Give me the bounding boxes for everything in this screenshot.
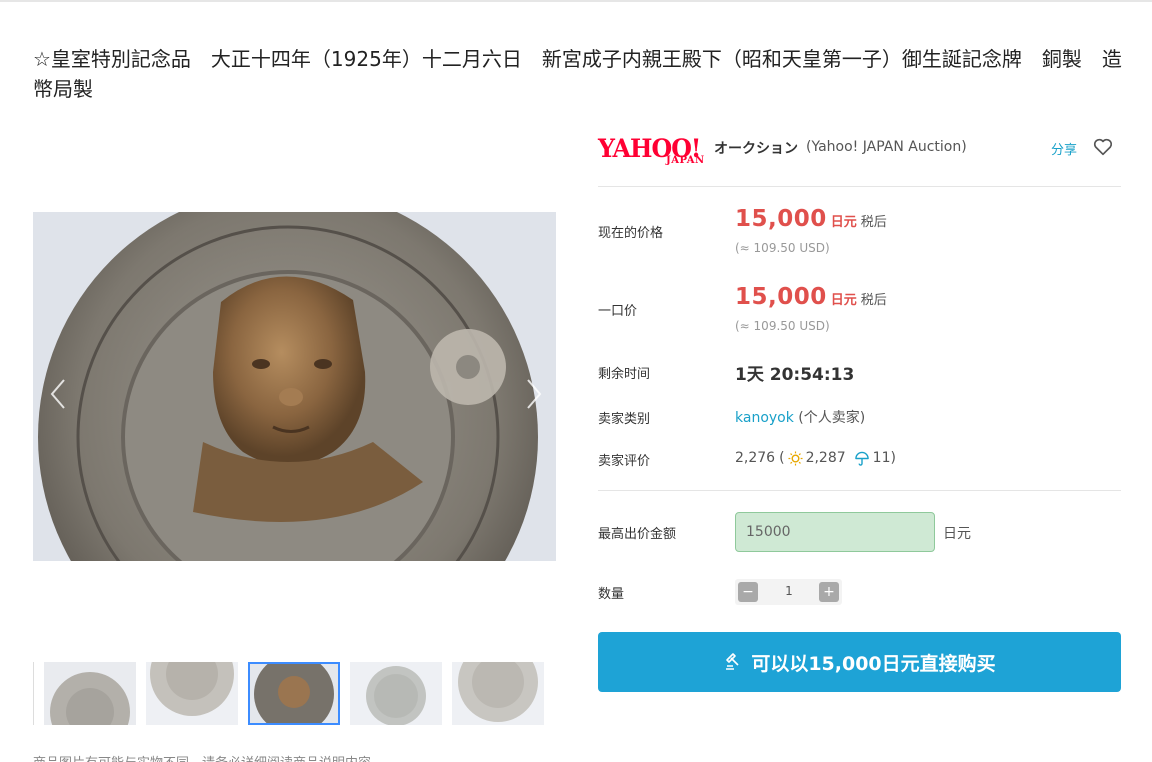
next-image-button[interactable]: [522, 370, 546, 418]
seller-info: kanoyok (个人卖家): [735, 407, 865, 427]
buy-now-label: 可以以15,000日元直接购买: [751, 652, 996, 675]
thumbnail-5[interactable]: [452, 662, 544, 725]
rating-total: 2,276: [735, 450, 776, 466]
current-price-label: 现在的价格: [598, 226, 664, 241]
buyout-price-usd: (≈ 109.50 USD): [735, 319, 830, 333]
thumbnail-strip: [33, 662, 556, 725]
buyout-price-tax: 税后: [860, 293, 887, 308]
buy-now-button[interactable]: 可以以15,000日元直接购买: [598, 632, 1121, 692]
auction-brand-row: YAHOO! JAPAN オークション (Yahoo! JAPAN Auctio…: [598, 132, 1121, 168]
thumbnail-4[interactable]: [350, 662, 442, 725]
image-disclaimer: 商品图片有可能与实物不同，请务必详细阅读商品说明内容: [33, 752, 371, 762]
favorite-button[interactable]: [1092, 136, 1114, 158]
current-price-tax: 税后: [860, 215, 887, 230]
heart-icon: [1093, 138, 1113, 156]
seller-rating-label: 卖家评价: [598, 454, 651, 469]
current-price-usd: (≈ 109.50 USD): [735, 241, 830, 255]
previous-image-button[interactable]: [46, 370, 70, 418]
auction-label: オークション: [714, 141, 798, 157]
hammer-icon: [726, 653, 739, 670]
sun-icon: [788, 450, 803, 466]
medal-thumbnail: [146, 662, 238, 725]
buyout-price-label: 一口价: [598, 304, 638, 319]
current-price-value: 15,000: [735, 206, 827, 232]
medal-image: [33, 212, 556, 561]
seller-type: (个人卖家): [798, 410, 866, 426]
chevron-left-icon: [50, 379, 65, 409]
main-product-image[interactable]: [33, 212, 556, 561]
medal-thumbnail: [350, 662, 442, 725]
yahoo-japan-logo: JAPAN: [666, 155, 705, 166]
seller-name-link[interactable]: kanoyok: [735, 410, 794, 426]
divider: [598, 186, 1121, 187]
share-button[interactable]: 分享: [1051, 139, 1077, 158]
current-price: 15,000 日元 税后: [735, 206, 887, 232]
current-price-unit: 日元: [830, 215, 857, 230]
thumbnail-3[interactable]: [248, 662, 340, 725]
buyout-price-value: 15,000: [735, 284, 827, 310]
listing-title: ☆皇室特別記念品 大正十四年（1925年）十二月六日 新宮成子内親王殿下（昭和天…: [33, 47, 1122, 101]
umbrella-icon: [854, 451, 869, 466]
max-bid-unit: 日元: [943, 526, 971, 542]
quantity-value[interactable]: 1: [765, 584, 813, 598]
quantity-decrease-button[interactable]: −: [738, 582, 758, 602]
max-bid-label: 最高出价金额: [598, 527, 677, 542]
quantity-label: 数量: [598, 587, 625, 602]
divider: [598, 490, 1121, 491]
medal-thumbnail: [248, 662, 340, 725]
time-left-label: 剩余时间: [598, 367, 651, 382]
buyout-price-unit: 日元: [830, 293, 857, 308]
thumbnail-2[interactable]: [146, 662, 238, 725]
auction-english-label: (Yahoo! JAPAN Auction): [806, 139, 967, 155]
top-divider: [0, 0, 1152, 2]
seller-type-label: 卖家类别: [598, 412, 651, 427]
seller-rating: 2,276 ( 2,287 11 ): [735, 450, 896, 466]
chevron-right-icon: [527, 379, 542, 409]
rating-bad: 11: [872, 450, 891, 466]
medal-thumbnail: [452, 662, 544, 725]
max-bid-input[interactable]: [735, 512, 935, 552]
time-left-value: 1天 20:54:13: [735, 365, 855, 385]
quantity-stepper: − 1 +: [735, 579, 842, 605]
medal-thumbnail: [44, 662, 136, 725]
buyout-price: 15,000 日元 税后: [735, 284, 887, 310]
thumbnail-1[interactable]: [44, 662, 136, 725]
quantity-increase-button[interactable]: +: [819, 582, 839, 602]
rating-good: 2,287: [805, 450, 846, 466]
